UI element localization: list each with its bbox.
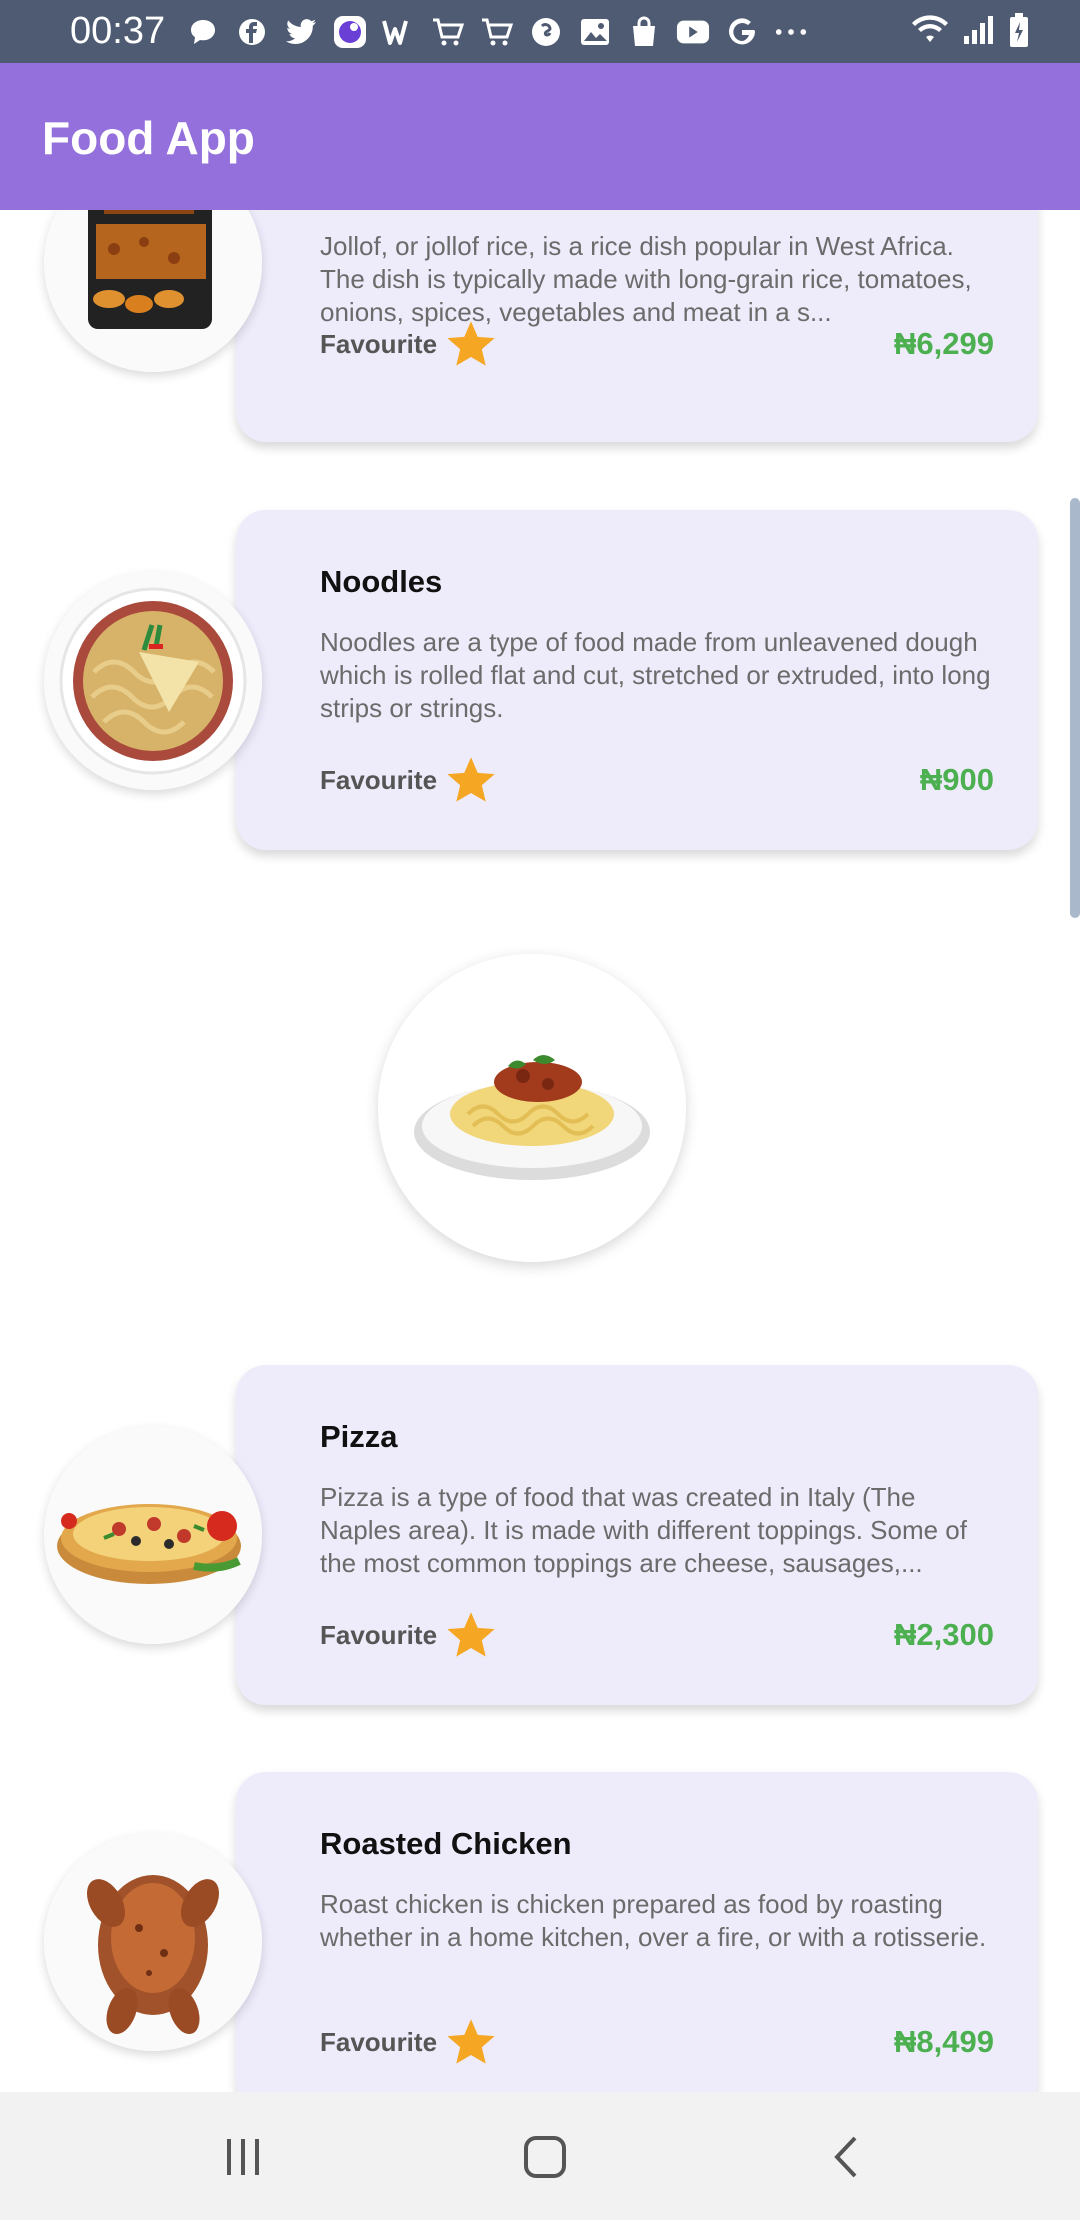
food-image-noodles bbox=[44, 572, 262, 790]
navigation-bar bbox=[0, 2092, 1080, 2220]
food-price: ₦8,499 bbox=[894, 2024, 994, 2059]
food-price: ₦6,299 bbox=[894, 326, 994, 361]
facebook-icon bbox=[235, 15, 269, 49]
app-title: Food App bbox=[42, 112, 255, 164]
food-description: Pizza is a type of food that was created… bbox=[320, 1482, 967, 1578]
food-description: Roast chicken is chicken prepared as foo… bbox=[320, 1889, 987, 1952]
favourite-toggle[interactable]: Favourite bbox=[320, 318, 497, 370]
system-status-icons bbox=[910, 12, 1030, 53]
food-name: Pizza bbox=[320, 1419, 398, 1454]
favourite-label: Favourite bbox=[320, 1619, 438, 1650]
food-description: Jollof, or jollof rice, is a rice dish p… bbox=[320, 231, 972, 327]
home-icon[interactable] bbox=[510, 2122, 580, 2192]
food-name: Noodles bbox=[320, 564, 443, 599]
notification-icons bbox=[186, 14, 808, 50]
pizza-image bbox=[44, 1426, 262, 1644]
food-description: Noodles are a type of food made from unl… bbox=[320, 627, 991, 723]
youtube-icon bbox=[676, 15, 710, 49]
food-card-jollof[interactable]: Jollof, or jollof rice, is a rice dish p… bbox=[236, 210, 1038, 442]
food-price: ₦2,300 bbox=[894, 1617, 994, 1652]
favourite-toggle[interactable]: Favourite bbox=[320, 2016, 497, 2068]
star-icon[interactable] bbox=[445, 318, 497, 370]
food-image-jollof bbox=[44, 210, 262, 372]
shazam-icon bbox=[529, 15, 563, 49]
food-price: ₦900 bbox=[919, 762, 994, 797]
star-icon[interactable] bbox=[445, 2016, 497, 2068]
food-image-roasted-chicken bbox=[44, 1833, 262, 2051]
food-card-pizza[interactable]: Pizza Pizza is a type of food that was c… bbox=[236, 1365, 1038, 1705]
cart-icon bbox=[431, 15, 465, 49]
back-icon[interactable] bbox=[812, 2122, 882, 2192]
food-image-pizza bbox=[44, 1426, 262, 1644]
food-card-roasted-chicken[interactable]: Roasted Chicken Roast chicken is chicken… bbox=[236, 1772, 1038, 2092]
gallery-icon bbox=[578, 15, 612, 49]
bag-icon bbox=[627, 15, 661, 49]
favourite-label: Favourite bbox=[320, 764, 438, 795]
status-bar: 00:37 bbox=[0, 0, 1080, 63]
more-icon bbox=[774, 15, 808, 49]
app-icon bbox=[333, 15, 367, 49]
app-bar: Food App bbox=[0, 63, 1080, 210]
favourite-label: Favourite bbox=[320, 2026, 438, 2057]
w-icon bbox=[382, 15, 416, 49]
battery-icon bbox=[1008, 12, 1030, 53]
jollof-image bbox=[44, 210, 262, 372]
star-icon[interactable] bbox=[445, 1609, 497, 1661]
noodles-image bbox=[44, 572, 262, 790]
food-image-spaghetti bbox=[378, 954, 686, 1262]
message-icon bbox=[186, 15, 220, 49]
google-icon bbox=[725, 15, 759, 49]
spaghetti-image bbox=[378, 954, 686, 1262]
scrollbar[interactable] bbox=[1070, 498, 1080, 918]
cart-icon bbox=[480, 15, 514, 49]
favourite-toggle[interactable]: Favourite bbox=[320, 754, 497, 806]
status-time: 00:37 bbox=[70, 10, 166, 52]
favourite-label: Favourite bbox=[320, 328, 438, 359]
recent-apps-icon[interactable] bbox=[208, 2122, 278, 2192]
food-list[interactable]: Jollof, or jollof rice, is a rice dish p… bbox=[0, 210, 1080, 2092]
signal-icon bbox=[962, 14, 996, 51]
food-card-noodles[interactable]: Noodles Noodles are a type of food made … bbox=[236, 510, 1038, 850]
star-icon[interactable] bbox=[445, 754, 497, 806]
twitter-icon bbox=[284, 15, 318, 49]
wifi-icon bbox=[910, 14, 950, 51]
food-name: Roasted Chicken bbox=[320, 1826, 572, 1861]
roasted-chicken-image bbox=[44, 1833, 262, 2051]
favourite-toggle[interactable]: Favourite bbox=[320, 1609, 497, 1661]
